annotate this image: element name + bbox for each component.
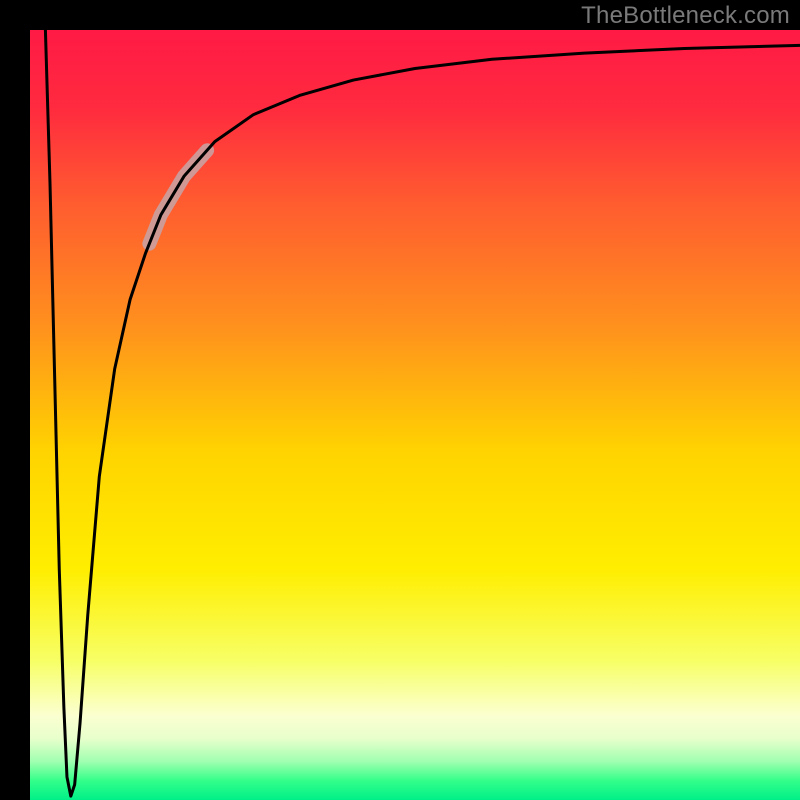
plot-svg bbox=[30, 30, 800, 800]
watermark-text: TheBottleneck.com bbox=[581, 2, 790, 30]
chart-container: TheBottleneck.com bbox=[0, 0, 800, 800]
gradient-background bbox=[30, 30, 800, 800]
plot-frame bbox=[30, 30, 800, 800]
